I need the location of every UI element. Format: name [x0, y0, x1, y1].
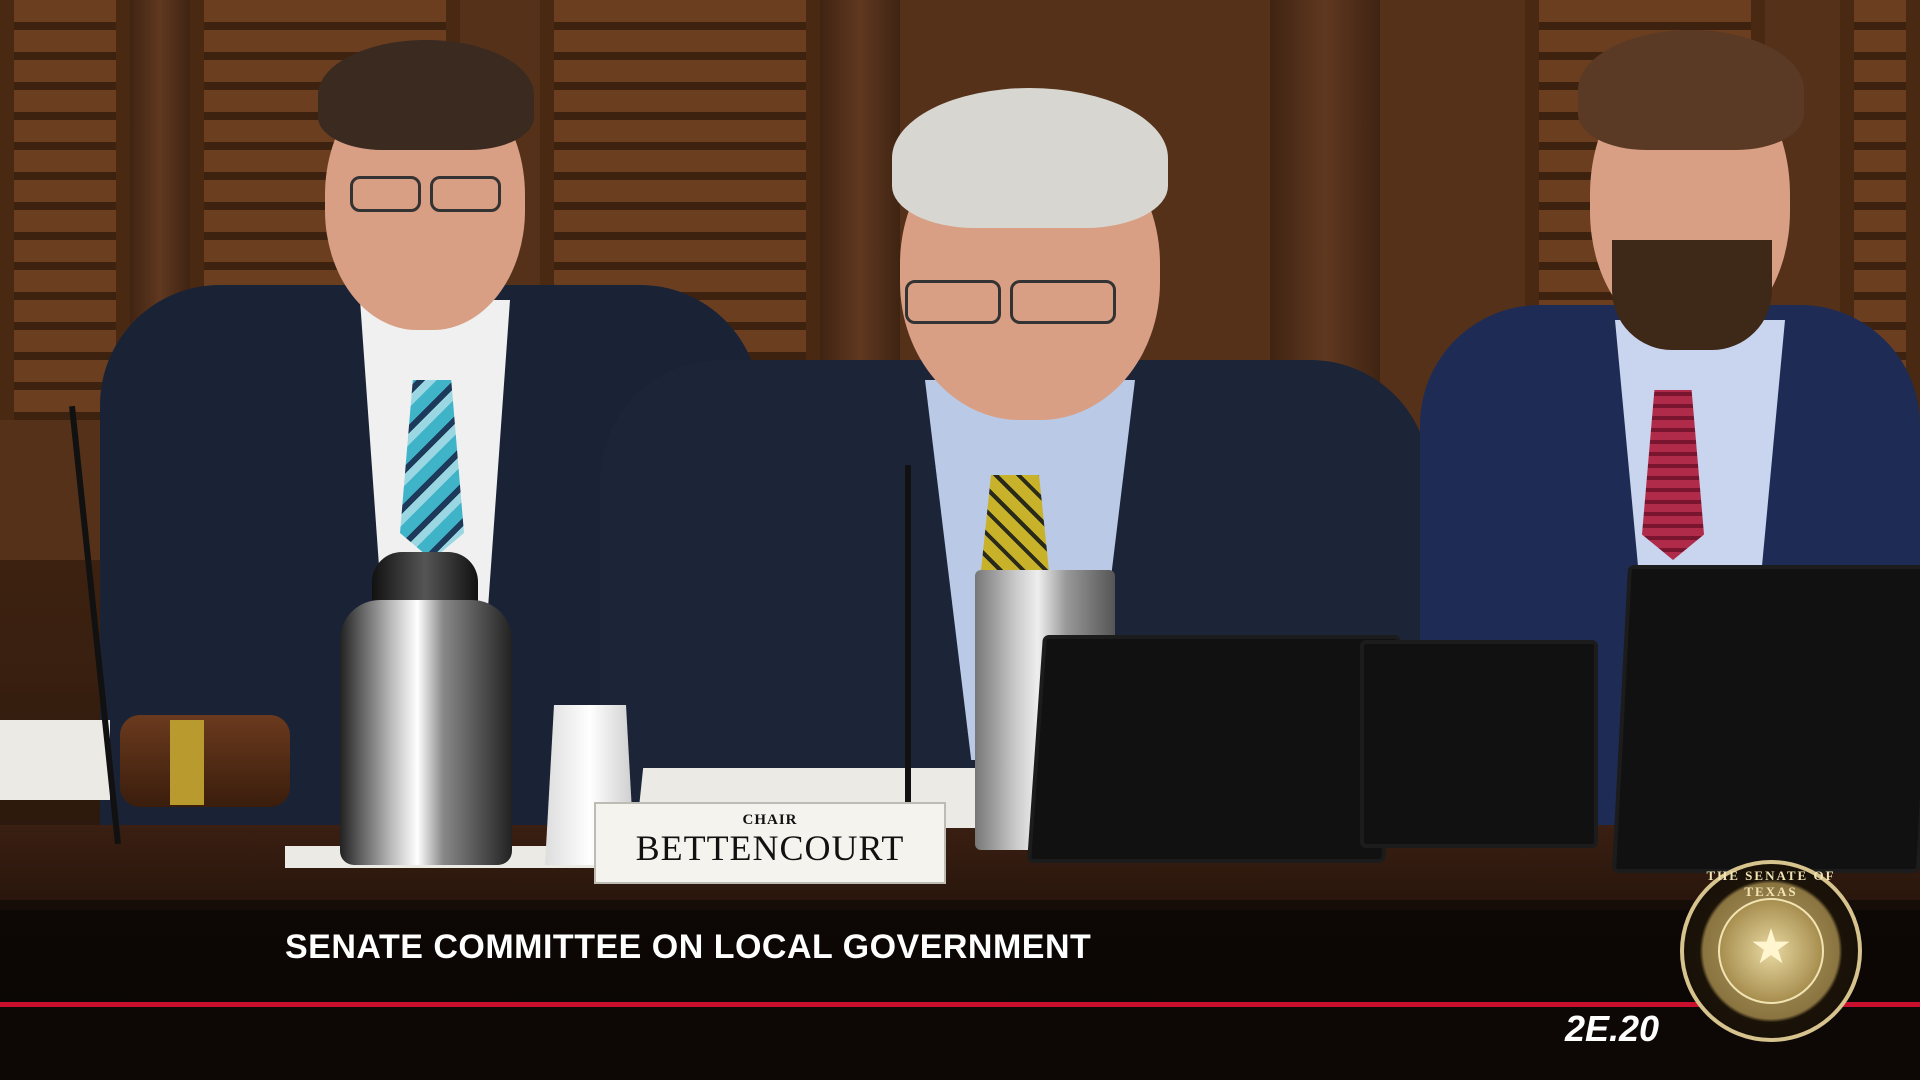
- laptop: [1360, 640, 1598, 848]
- star-icon: ★: [1749, 921, 1793, 974]
- video-frame: CHAIR BETTENCOURT SENATE COMMITTEE ON LO…: [0, 0, 1920, 1080]
- hair: [1578, 30, 1804, 150]
- papers-left: [0, 720, 110, 800]
- glasses: [350, 176, 421, 212]
- monitor: [1027, 635, 1401, 863]
- monitor-right: [1611, 565, 1920, 873]
- gavel: [120, 715, 290, 807]
- seal-text: THE SENATE OF TEXAS: [1706, 868, 1836, 899]
- microphone: [905, 465, 911, 805]
- committee-caption: SENATE COMMITTEE ON LOCAL GOVERNMENT: [285, 928, 1092, 966]
- chair-nameplate: CHAIR BETTENCOURT: [594, 802, 946, 884]
- gavel-band: [170, 720, 204, 805]
- room-code: 2E.20: [1565, 1008, 1660, 1049]
- beard: [1612, 240, 1772, 350]
- hair: [892, 88, 1168, 228]
- glasses: [430, 176, 501, 212]
- hair: [318, 40, 534, 150]
- carafe: [340, 600, 512, 865]
- nameplate-name: BETTENCOURT: [635, 828, 905, 868]
- glasses: [1010, 280, 1116, 324]
- seal-center: ★: [1718, 898, 1824, 1004]
- senate-seal-icon: THE SENATE OF TEXAS ★: [1680, 860, 1862, 1042]
- glasses: [905, 280, 1001, 324]
